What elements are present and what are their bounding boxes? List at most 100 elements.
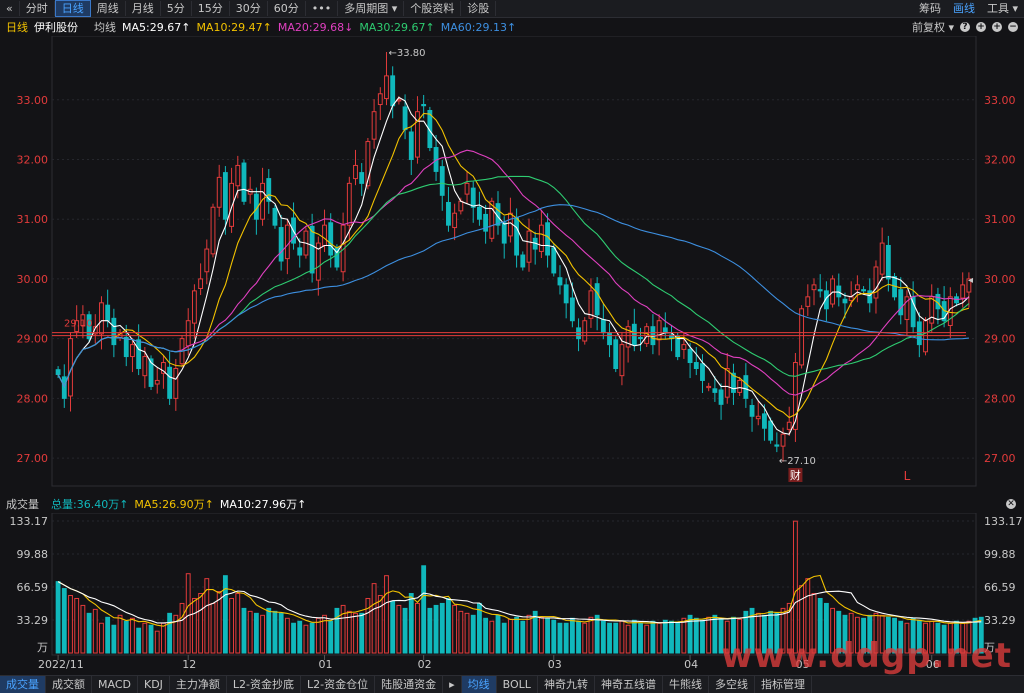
candle-body bbox=[346, 182, 352, 226]
indicator-tab-2[interactable]: MACD bbox=[92, 676, 138, 693]
toolbar-right-2[interactable]: 工具 ▾ bbox=[981, 1, 1024, 16]
price-tick-right: 29.00 bbox=[984, 333, 1016, 346]
volume-bar bbox=[334, 607, 340, 654]
volume-bar bbox=[669, 620, 674, 654]
level-annotation: 29.10 bbox=[64, 319, 93, 330]
volume-bar bbox=[390, 600, 396, 654]
candle-body bbox=[867, 290, 873, 304]
volume-bar bbox=[594, 614, 600, 654]
volume-bar bbox=[867, 614, 873, 654]
back-button[interactable]: « bbox=[0, 1, 20, 16]
zoom-out-icon[interactable]: − bbox=[1008, 22, 1018, 32]
tab-9[interactable]: 多周期图 ▾ bbox=[338, 1, 405, 16]
volume-bar bbox=[613, 622, 619, 654]
indicator-tab-8[interactable]: ▸ bbox=[443, 676, 462, 693]
fuquan-dropdown[interactable]: 前复权 ▾ bbox=[912, 19, 954, 35]
indicator-tab-14[interactable]: 多空线 bbox=[709, 676, 755, 693]
indicator-tab-10[interactable]: BOLL bbox=[497, 676, 538, 693]
volume-bar bbox=[675, 622, 681, 654]
volume-bar bbox=[607, 622, 612, 654]
volume-bar bbox=[309, 622, 315, 654]
candle-body bbox=[501, 222, 507, 244]
stock-name[interactable]: 伊利股份 bbox=[34, 19, 78, 35]
tab-4[interactable]: 5分 bbox=[161, 1, 192, 16]
tab-1[interactable]: 日线 bbox=[54, 0, 91, 17]
volume-bar bbox=[439, 602, 445, 654]
indicator-tab-11[interactable]: 神奇九转 bbox=[538, 676, 595, 693]
tab-6[interactable]: 30分 bbox=[230, 1, 268, 16]
candle-body bbox=[811, 284, 817, 291]
tab-2[interactable]: 周线 bbox=[91, 1, 126, 16]
volume-bar bbox=[569, 617, 575, 654]
tab-10[interactable]: 个股资料 bbox=[404, 1, 462, 16]
candle-body bbox=[743, 375, 749, 399]
ma10-value: MA10:29.47↑ bbox=[196, 20, 272, 34]
volume-tick-right: 33.29 bbox=[984, 614, 1016, 627]
candle-body bbox=[885, 244, 891, 280]
tab-7[interactable]: 60分 bbox=[268, 1, 306, 16]
volume-bar bbox=[885, 616, 891, 654]
price-chart[interactable]: 33.00 33.00 32.00 32.00 31.00 31.00 30.00 30.00… bbox=[0, 36, 1024, 496]
volume-bar bbox=[526, 614, 532, 654]
candle-body bbox=[278, 227, 284, 262]
candle-body bbox=[458, 200, 464, 212]
tab-0[interactable]: 分时 bbox=[20, 1, 55, 16]
candle-body bbox=[830, 278, 836, 305]
price-tick-left: 27.00 bbox=[17, 452, 49, 465]
indicator-tab-0[interactable]: 成交量 bbox=[0, 676, 46, 693]
volume-bar bbox=[68, 595, 73, 654]
toolbar-right-0[interactable]: 筹码 bbox=[913, 1, 947, 16]
volume-bar bbox=[923, 622, 928, 654]
candle-body bbox=[762, 413, 767, 429]
volume-bar bbox=[371, 583, 377, 654]
candle-body bbox=[712, 388, 718, 393]
ma-label[interactable]: 均线 bbox=[94, 19, 116, 35]
zoom-in-icon[interactable]: + bbox=[976, 22, 986, 32]
indicator-tab-13[interactable]: 牛熊线 bbox=[663, 676, 709, 693]
volume-tick-left: 66.59 bbox=[17, 581, 49, 594]
indicator-tab-1[interactable]: 成交额 bbox=[46, 676, 92, 693]
candle-body bbox=[923, 320, 928, 353]
volume-bar bbox=[811, 593, 817, 654]
volume-bar bbox=[303, 624, 309, 654]
volume-bar bbox=[538, 616, 544, 654]
volume-bar bbox=[315, 617, 321, 654]
candle-body bbox=[55, 369, 61, 375]
indicator-tab-6[interactable]: L2-资金仓位 bbox=[301, 676, 376, 693]
indicator-tab-15[interactable]: 指标管理 bbox=[755, 676, 812, 693]
price-tick-right: 30.00 bbox=[984, 273, 1016, 286]
candle-body bbox=[854, 284, 860, 291]
indicator-tab-5[interactable]: L2-资金抄底 bbox=[227, 676, 302, 693]
indicator-tab-3[interactable]: KDJ bbox=[138, 676, 170, 693]
candle-body bbox=[136, 339, 142, 370]
candle-body bbox=[768, 420, 774, 441]
volume-close-icon[interactable]: ✕ bbox=[1006, 499, 1016, 509]
indicator-tab-7[interactable]: 陆股通资金 bbox=[375, 676, 444, 693]
volume-bar bbox=[272, 610, 278, 654]
add-icon[interactable]: + bbox=[992, 22, 1002, 32]
volume-bar bbox=[501, 622, 507, 654]
indicator-tab-4[interactable]: 主力净额 bbox=[170, 676, 227, 693]
candle-body bbox=[470, 187, 476, 208]
volume-bar bbox=[92, 608, 98, 654]
tab-3[interactable]: 月线 bbox=[126, 1, 161, 16]
tab-11[interactable]: 诊股 bbox=[461, 1, 497, 16]
volume-bar bbox=[507, 618, 513, 654]
volume-bar bbox=[123, 620, 129, 654]
tab-8[interactable]: ••• bbox=[306, 1, 339, 16]
tab-5[interactable]: 15分 bbox=[192, 1, 230, 16]
toolbar-right-1[interactable]: 画线 bbox=[947, 1, 981, 16]
candle-body bbox=[408, 131, 414, 160]
price-tick-left: 30.00 bbox=[17, 273, 49, 286]
volume-bar bbox=[854, 616, 860, 654]
volume-bar bbox=[266, 607, 272, 654]
volume-bar bbox=[954, 620, 959, 654]
x-label: 02 bbox=[418, 658, 432, 671]
volume-chart[interactable]: 133.17 133.17 99.88 99.88 66.59 66.59 33.29 33.… bbox=[0, 513, 1024, 675]
candle-body bbox=[191, 290, 197, 324]
volume-bar bbox=[978, 616, 984, 654]
candle-body bbox=[718, 389, 724, 405]
indicator-tab-9[interactable]: 均线 bbox=[461, 676, 497, 693]
indicator-tab-12[interactable]: 神奇五线谱 bbox=[595, 676, 663, 693]
help-icon[interactable]: ? bbox=[960, 22, 970, 32]
